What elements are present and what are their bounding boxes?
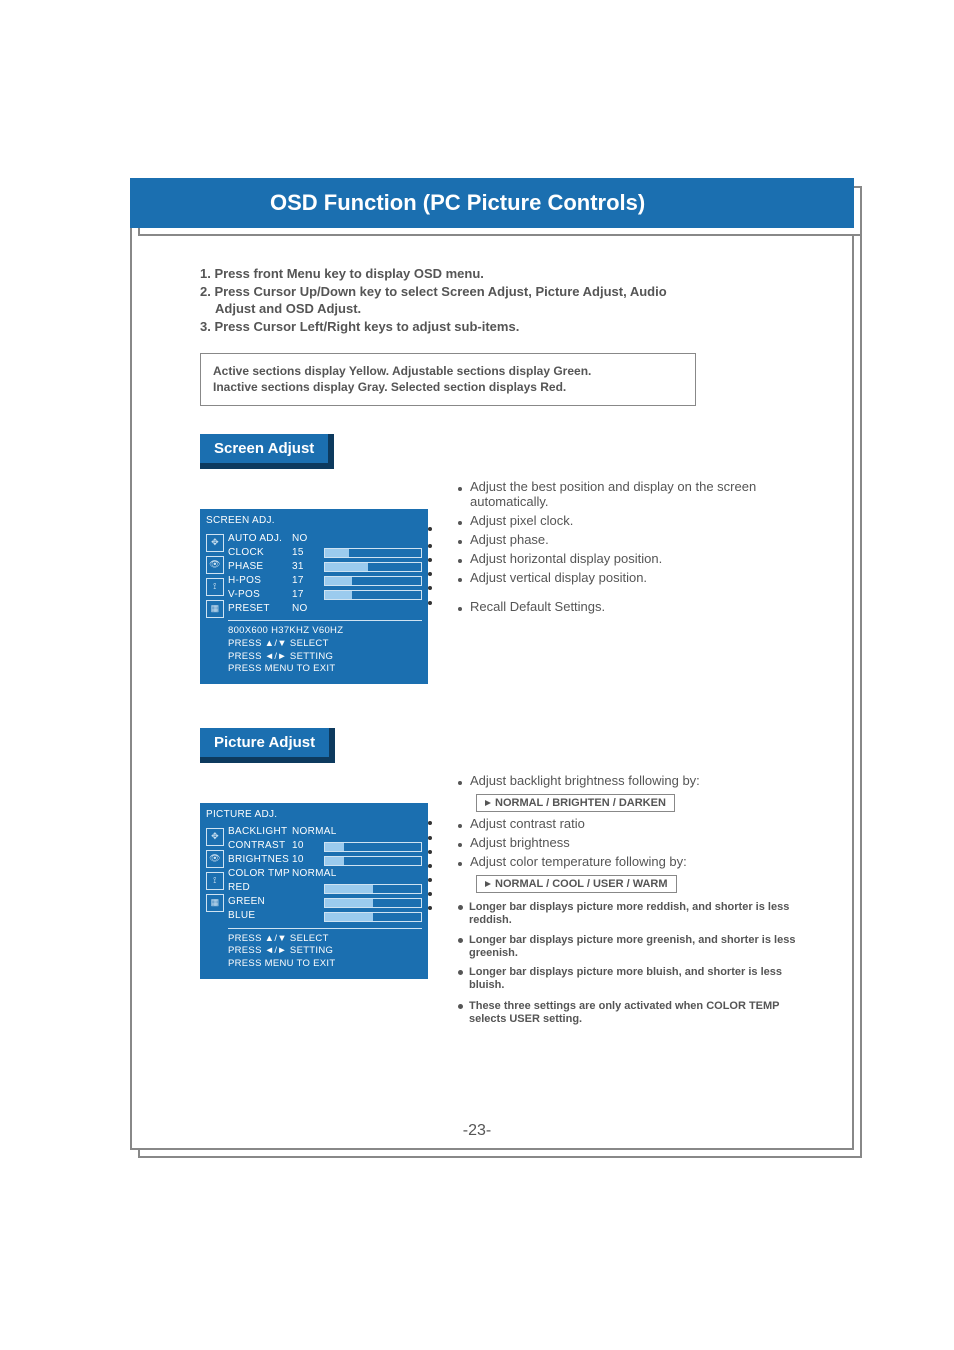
screen-osd-icons: ✥ 👁 ⟟ ▦ [206, 532, 224, 676]
screen-adjust-osd: SCREEN ADJ. ✥ 👁 ⟟ ▦ AUTO ADJ. NO [200, 509, 428, 684]
bullet-icon [458, 905, 463, 910]
osd-item-vpos: V-POS 17 [228, 588, 422, 602]
osd-item-blue: BLUE [228, 910, 422, 924]
callout-colortmp: Adjust color temperature following by: [458, 854, 814, 869]
callout-hpos: Adjust horizontal display position. [458, 551, 814, 566]
picture-osd-footer: PRESS ▲/▼ SELECT PRESS ◄/► SETTING PRESS… [228, 928, 422, 971]
picture-adjust-osd: PICTURE ADJ. ✥ 👁 ⟟ ▦ BACKLIGHT NORMAL [200, 803, 428, 979]
osd-item-autoadj: AUTO ADJ. NO [228, 532, 422, 546]
screen-adjust-row: SCREEN ADJ. ✥ 👁 ⟟ ▦ AUTO ADJ. NO [200, 479, 814, 684]
screen-osd-footer: 800X600 H37KHZ V60HZ PRESS ▲/▼ SELECT PR… [228, 620, 422, 676]
page-content: 1. Press front Menu key to display OSD m… [200, 265, 814, 1033]
osd-item-hpos: H-POS 17 [228, 574, 422, 588]
callout-brightness: Adjust brightness [458, 835, 814, 850]
callout-preset: Recall Default Settings. [458, 599, 814, 614]
color-legend: Active sections display Yellow. Adjustab… [200, 353, 696, 406]
backlight-options: NORMAL / BRIGHTEN / DARKEN [476, 794, 675, 812]
eye-icon: 👁 [206, 850, 224, 868]
instruction-step-3: 3. Press Cursor Left/Right keys to adjus… [200, 318, 814, 336]
window-icon: ▦ [206, 894, 224, 912]
screen-adjust-heading: Screen Adjust [200, 434, 334, 469]
move-icon: ✥ [206, 828, 224, 846]
bullet-icon [458, 970, 463, 975]
screen-osd-title: SCREEN ADJ. [206, 515, 422, 528]
note-user-setting: These three settings are only activated … [469, 1000, 814, 1026]
picture-adjust-heading: Picture Adjust [200, 728, 335, 763]
osd-item-brightnes: BRIGHTNES 10 [228, 854, 422, 868]
callout-vpos: Adjust vertical display position. [458, 570, 814, 585]
arrow-right-icon [485, 800, 491, 806]
page-title: OSD Function (PC Picture Controls) [270, 190, 645, 216]
screen-osd-items: AUTO ADJ. NO CLOCK 15 PHASE 31 [228, 532, 422, 676]
slider-icon: ⟟ [206, 872, 224, 890]
callout-backlight: Adjust backlight brightness following by… [458, 773, 814, 788]
window-icon: ▦ [206, 600, 224, 618]
screen-callouts: Adjust the best position and display on … [458, 479, 814, 618]
osd-item-clock: CLOCK 15 [228, 546, 422, 560]
bullet-icon [458, 1004, 463, 1009]
instruction-step-1: 1. Press front Menu key to display OSD m… [200, 265, 814, 283]
manual-page: OSD Function (PC Picture Controls) 1. Pr… [0, 0, 954, 1350]
move-icon: ✥ [206, 534, 224, 552]
callout-auto: Adjust the best position and display on … [458, 479, 814, 509]
note-blue: Longer bar displays picture more bluish,… [469, 966, 814, 992]
colortmp-options: NORMAL / COOL / USER / WARM [476, 875, 677, 893]
legend-line-1: Active sections display Yellow. Adjustab… [213, 364, 683, 380]
osd-item-phase: PHASE 31 [228, 560, 422, 574]
osd-item-red: RED [228, 882, 422, 896]
page-title-bar: OSD Function (PC Picture Controls) [130, 178, 854, 228]
picture-osd-items: BACKLIGHT NORMAL CONTRAST 10 BRIGHTNES 1… [228, 826, 422, 971]
arrow-right-icon [485, 881, 491, 887]
picture-adjust-row: PICTURE ADJ. ✥ 👁 ⟟ ▦ BACKLIGHT NORMAL [200, 773, 814, 1033]
instructions: 1. Press front Menu key to display OSD m… [200, 265, 814, 335]
osd-item-preset: PRESET NO [228, 602, 422, 616]
picture-osd-icons: ✥ 👁 ⟟ ▦ [206, 826, 224, 971]
osd-item-contrast: CONTRAST 10 [228, 840, 422, 854]
instruction-step-2b: Adjust and OSD Adjust. [215, 300, 814, 318]
callout-phase: Adjust phase. [458, 532, 814, 547]
note-red: Longer bar displays picture more reddish… [469, 901, 814, 927]
page-number: -23- [0, 1122, 954, 1140]
bullet-icon [458, 938, 463, 943]
note-green: Longer bar displays picture more greenis… [469, 934, 814, 960]
osd-item-colortmp: COLOR TMP NORMAL [228, 868, 422, 882]
legend-line-2: Inactive sections display Gray. Selected… [213, 380, 683, 396]
osd-item-backlight: BACKLIGHT NORMAL [228, 826, 422, 840]
instruction-step-2: 2. Press Cursor Up/Down key to select Sc… [200, 283, 814, 301]
callout-contrast: Adjust contrast ratio [458, 816, 814, 831]
rgb-notes: Longer bar displays picture more reddish… [458, 901, 814, 1027]
slider-icon: ⟟ [206, 578, 224, 596]
callout-clock: Adjust pixel clock. [458, 513, 814, 528]
picture-callouts: Adjust backlight brightness following by… [458, 773, 814, 1033]
eye-icon: 👁 [206, 556, 224, 574]
picture-osd-title: PICTURE ADJ. [206, 809, 422, 822]
osd-item-green: GREEN [228, 896, 422, 910]
